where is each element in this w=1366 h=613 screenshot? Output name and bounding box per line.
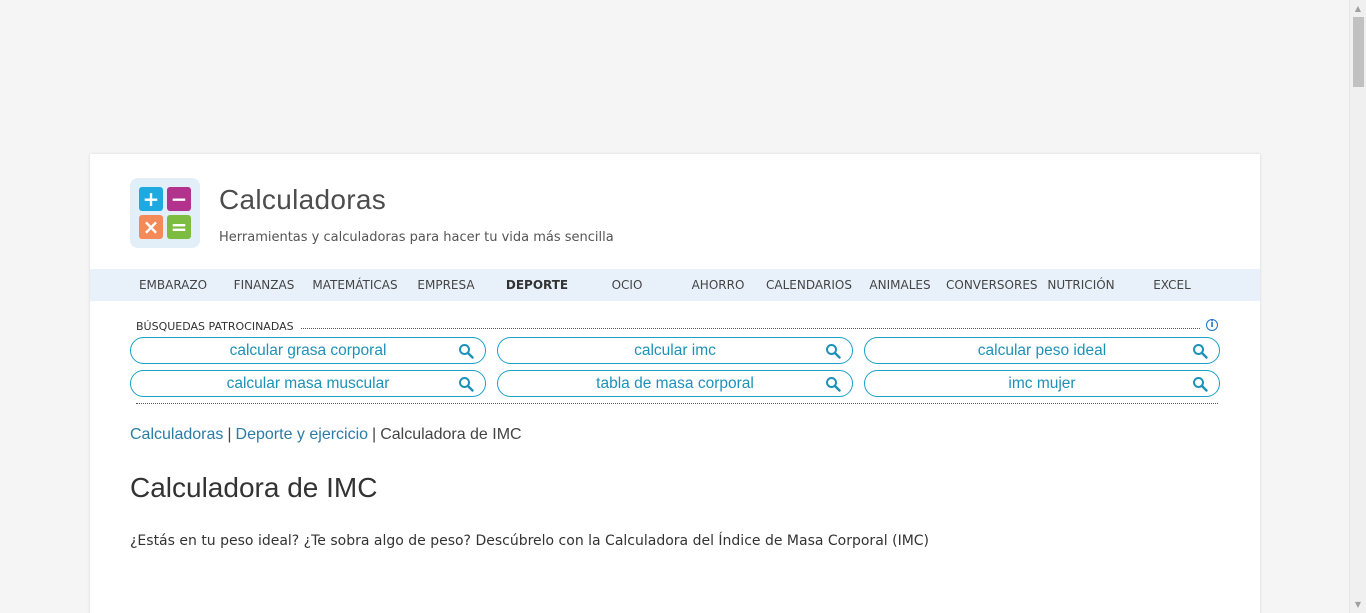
- search-icon: [826, 377, 841, 392]
- sponsored-searches-header: BÚSQUEDAS PATROCINADAS i: [136, 319, 1218, 333]
- sponsored-label: BÚSQUEDAS PATROCINADAS: [136, 320, 300, 333]
- minus-icon: −: [167, 187, 191, 211]
- sponsored-search-label: tabla de masa corporal: [596, 375, 754, 392]
- breadcrumb: Calculadoras | Deporte y ejercicio | Calcula…: [130, 426, 522, 444]
- dotted-divider: [136, 403, 1218, 404]
- site-title[interactable]: Calculadoras: [219, 184, 386, 216]
- main-card: + − × = Calculadoras Herramientas y calc…: [90, 154, 1260, 613]
- site-subtitle: Herramientas y calculadoras para hacer t…: [219, 230, 614, 245]
- vertical-scrollbar[interactable]: ▲ ▼: [1349, 0, 1366, 613]
- nav-item-empresa[interactable]: EMPRESA: [401, 269, 491, 301]
- search-icon: [826, 344, 841, 359]
- sponsored-search-button[interactable]: calcular masa muscular: [130, 370, 486, 397]
- breadcrumb-separator: |: [227, 426, 232, 443]
- search-icon: [459, 377, 474, 392]
- breadcrumb-link-home[interactable]: Calculadoras: [130, 426, 223, 443]
- sponsored-search-label: calcular peso ideal: [977, 342, 1107, 359]
- page-intro: ¿Estás en tu peso ideal? ¿Te sobra algo …: [130, 533, 930, 549]
- nav-item-ocio[interactable]: OCIO: [582, 269, 672, 301]
- times-icon: ×: [139, 215, 163, 239]
- breadcrumb-current: Calculadora de IMC: [380, 426, 522, 443]
- nav-item-animales[interactable]: ANIMALES: [855, 269, 945, 301]
- equal-icon: =: [167, 215, 191, 239]
- sponsored-search-label: calcular masa muscular: [226, 375, 390, 392]
- nav-item-finanzas[interactable]: FINANZAS: [219, 269, 309, 301]
- search-icon: [1193, 344, 1208, 359]
- search-icon: [1193, 377, 1208, 392]
- nav-item-ahorro[interactable]: AHORRO: [673, 269, 763, 301]
- nav-item-nutricion[interactable]: NUTRICIÓN: [1036, 269, 1126, 301]
- nav-item-matematicas[interactable]: MATEMÁTICAS: [310, 269, 400, 301]
- site-logo[interactable]: + − × =: [130, 178, 200, 248]
- nav-item-calendarios[interactable]: CALENDARIOS: [764, 269, 854, 301]
- sponsored-search-label: imc mujer: [1008, 375, 1076, 392]
- scrollbar-thumb[interactable]: [1353, 17, 1364, 87]
- sponsored-search-button[interactable]: imc mujer: [864, 370, 1220, 397]
- search-icon: [459, 344, 474, 359]
- sponsored-search-button[interactable]: tabla de masa corporal: [497, 370, 853, 397]
- breadcrumb-link-deporte[interactable]: Deporte y ejercicio: [236, 426, 369, 443]
- breadcrumb-separator: |: [372, 426, 377, 443]
- nav-item-deporte[interactable]: DEPORTE: [492, 269, 582, 301]
- page-title: Calculadora de IMC: [130, 472, 378, 503]
- sponsored-search-label: calcular imc: [634, 342, 716, 359]
- info-icon[interactable]: i: [1206, 319, 1218, 331]
- nav-item-excel[interactable]: EXCEL: [1127, 269, 1217, 301]
- plus-icon: +: [139, 187, 163, 211]
- scroll-down-arrow-icon[interactable]: ▼: [1350, 596, 1366, 613]
- sponsored-search-button[interactable]: calcular imc: [497, 337, 853, 364]
- main-nav: EMBARAZO FINANZAS MATEMÁTICAS EMPRESA DE…: [90, 269, 1260, 301]
- sponsored-search-button[interactable]: calcular grasa corporal: [130, 337, 486, 364]
- sponsored-search-button[interactable]: calcular peso ideal: [864, 337, 1220, 364]
- sponsored-search-label: calcular grasa corporal: [229, 342, 387, 359]
- scroll-up-arrow-icon[interactable]: ▲: [1350, 0, 1366, 17]
- nav-item-embarazo[interactable]: EMBARAZO: [128, 269, 218, 301]
- nav-item-conversores[interactable]: CONVERSORES: [946, 269, 1038, 301]
